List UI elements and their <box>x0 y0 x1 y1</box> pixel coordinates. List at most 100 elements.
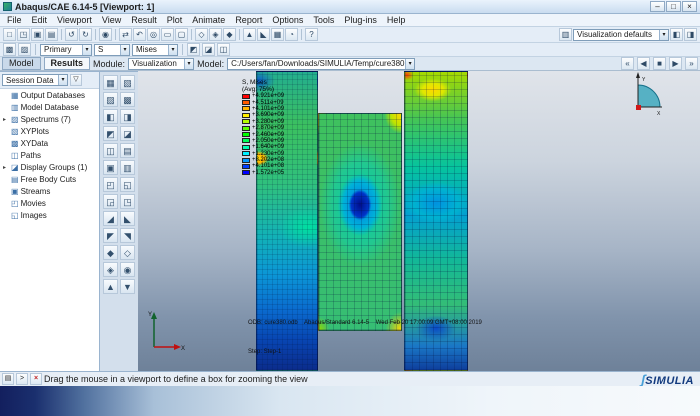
open-file-icon[interactable]: ◳ <box>17 28 30 41</box>
menu-view[interactable]: View <box>97 15 126 25</box>
first-frame-icon[interactable]: « <box>621 57 634 70</box>
activate-view-cut-icon[interactable]: ◢ <box>103 211 118 226</box>
render-beam-profiles-icon[interactable]: ▥ <box>559 28 572 41</box>
redo-icon[interactable]: ↻ <box>79 28 92 41</box>
superimpose-options-icon[interactable]: ▥ <box>120 160 135 175</box>
tree-item-paths[interactable]: ◫ Paths <box>0 149 99 161</box>
print-icon[interactable]: ▤ <box>45 28 58 41</box>
last-frame-icon[interactable]: » <box>685 57 698 70</box>
close-button[interactable]: × <box>682 1 697 12</box>
symbol-options-icon[interactable]: ◱ <box>120 177 135 192</box>
apply-defaults-icon[interactable]: ◧ <box>670 28 683 41</box>
menu-help[interactable]: Help <box>382 15 411 25</box>
view-cut-manager-icon[interactable]: ◳ <box>120 194 135 209</box>
display-group-manager-icon[interactable]: ◥ <box>120 228 135 243</box>
tree-item-xydata[interactable]: ▩ XYData <box>0 137 99 149</box>
previous-frame-icon[interactable]: ◀ <box>637 57 650 70</box>
viewport-annotation-options-icon[interactable]: ▲ <box>103 279 118 294</box>
field-output-dialog-icon[interactable]: ◈ <box>103 262 118 277</box>
contour-options-icon[interactable]: ◰ <box>103 177 118 192</box>
chevron-down-icon[interactable]: ▾ <box>184 59 193 69</box>
menu-animate[interactable]: Animate <box>187 15 230 25</box>
section-points-icon[interactable]: ▨ <box>18 43 31 56</box>
shaded-render-icon[interactable]: ◆ <box>223 28 236 41</box>
magnify-view-icon[interactable]: ◎ <box>147 28 160 41</box>
plot-contours-icon[interactable]: ▨ <box>103 92 118 107</box>
view-compass[interactable]: Y X <box>630 71 664 119</box>
chevron-down-icon[interactable]: ▾ <box>405 59 414 69</box>
tree-item-spectrums[interactable]: ▸ ▨ Spectrums (7) <box>0 113 99 125</box>
invariant-select[interactable]: Mises ▾ <box>132 44 178 56</box>
next-frame-icon[interactable]: ▶ <box>669 57 682 70</box>
tree-scope-select[interactable]: Session Data ▾ <box>2 74 68 86</box>
tree-item-xyplots[interactable]: ▧ XYPlots <box>0 125 99 137</box>
field-output-dialog-icon[interactable]: ▩ <box>3 43 16 56</box>
color-code-dialog-icon[interactable]: ◇ <box>120 245 135 260</box>
chevron-down-icon[interactable]: ▾ <box>58 75 67 85</box>
cancel-procedure-icon[interactable]: × <box>30 373 42 385</box>
animate-harmonic-icon[interactable]: ◫ <box>103 143 118 158</box>
contour-plot-icon[interactable]: ◩ <box>187 43 200 56</box>
pan-view-icon[interactable]: ⇄ <box>119 28 132 41</box>
material-orientation-options-icon[interactable]: ◲ <box>103 194 118 209</box>
save-file-icon[interactable]: ▣ <box>31 28 44 41</box>
menu-tools[interactable]: Tools <box>308 15 339 25</box>
model-select[interactable]: C:/Users/fan/Downloads/SIMULIA/Temp/cure… <box>227 58 415 70</box>
symbol-plot-icon[interactable]: ◪ <box>202 43 215 56</box>
wireframe-render-icon[interactable]: ◇ <box>195 28 208 41</box>
odb-display-options-icon[interactable]: ▼ <box>120 279 135 294</box>
plot-options-icon[interactable]: ◨ <box>684 28 697 41</box>
field-variable-select[interactable]: S ▾ <box>94 44 130 56</box>
menu-options[interactable]: Options <box>267 15 308 25</box>
menu-viewport[interactable]: Viewport <box>52 15 97 25</box>
tab-results[interactable]: Results <box>44 57 91 70</box>
rotate-view-icon[interactable]: ↶ <box>133 28 146 41</box>
iso-view-icon[interactable]: ◣ <box>257 28 270 41</box>
chevron-down-icon[interactable]: ▾ <box>659 30 668 40</box>
tree-item-images[interactable]: ◱ Images <box>0 209 99 221</box>
menu-file[interactable]: File <box>2 15 27 25</box>
common-options-icon[interactable]: ▣ <box>103 160 118 175</box>
help-icon[interactable]: ? <box>305 28 318 41</box>
menu-result[interactable]: Result <box>126 15 162 25</box>
query-information-icon[interactable]: ◤ <box>103 228 118 243</box>
model-part-middle[interactable] <box>318 113 402 331</box>
expand-arrow-icon[interactable]: ▸ <box>3 164 9 171</box>
command-line-icon[interactable]: > <box>16 373 28 385</box>
chevron-down-icon[interactable]: ▾ <box>168 45 177 55</box>
chevron-down-icon[interactable]: ▾ <box>82 45 91 55</box>
perspective-icon[interactable]: ◔ <box>285 28 298 41</box>
new-file-icon[interactable]: □ <box>3 28 16 41</box>
frame-selector-icon[interactable]: ◉ <box>120 262 135 277</box>
views-toolbox-icon[interactable]: ▦ <box>271 28 284 41</box>
module-select[interactable]: Visualization ▾ <box>128 58 194 70</box>
undo-icon[interactable]: ↺ <box>65 28 78 41</box>
stop-animation-icon[interactable]: ■ <box>653 57 666 70</box>
max-min-icon[interactable]: ◫ <box>217 43 230 56</box>
box-zoom-icon[interactable]: ▭ <box>161 28 174 41</box>
filter-icon[interactable]: ▽ <box>70 74 82 86</box>
tree-item-free-body-cuts[interactable]: ▤ Free Body Cuts <box>0 173 99 185</box>
plot-deformed-icon[interactable]: ▧ <box>120 75 135 90</box>
tree-item-model-database[interactable]: ▥ Model Database <box>0 101 99 113</box>
animate-time-history-icon[interactable]: ◪ <box>120 126 135 141</box>
animation-options-icon[interactable]: ▤ <box>120 143 135 158</box>
create-display-group-icon[interactable]: ◆ <box>103 245 118 260</box>
menu-edit[interactable]: Edit <box>27 15 53 25</box>
tree-item-streams[interactable]: ▣ Streams <box>0 185 99 197</box>
menu-plot[interactable]: Plot <box>162 15 188 25</box>
expand-arrow-icon[interactable]: ▸ <box>3 116 9 123</box>
free-body-cut-manager-icon[interactable]: ◣ <box>120 211 135 226</box>
maximize-button[interactable]: □ <box>666 1 681 12</box>
tree-item-output-databases[interactable]: ▦ Output Databases <box>0 89 99 101</box>
plot-state-select[interactable]: Primary ▾ <box>40 44 92 56</box>
fit-view-icon[interactable]: ▢ <box>175 28 188 41</box>
minimize-button[interactable]: – <box>650 1 665 12</box>
hidden-line-render-icon[interactable]: ◈ <box>209 28 222 41</box>
plot-material-orientations-icon[interactable]: ◧ <box>103 109 118 124</box>
contour-legend[interactable]: S, Mises (Avg: 75%) +4.921e+09 +4.511e+0… <box>242 79 284 176</box>
chevron-down-icon[interactable]: ▾ <box>120 45 129 55</box>
animate-scale-factor-icon[interactable]: ◩ <box>103 126 118 141</box>
menu-report[interactable]: Report <box>230 15 267 25</box>
viewport-canvas[interactable]: S, Mises (Avg: 75%) +4.921e+09 +4.511e+0… <box>138 71 700 371</box>
